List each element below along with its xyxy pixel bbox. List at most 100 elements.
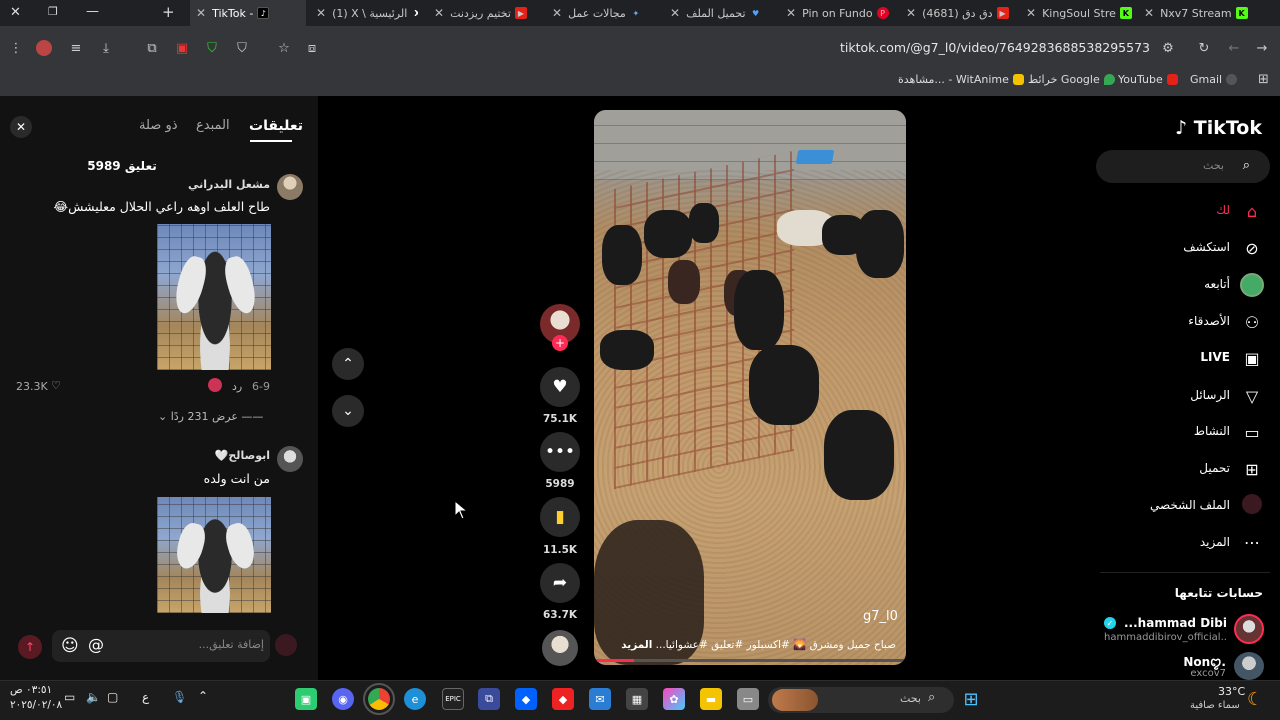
music-avatar[interactable] [542,630,578,666]
windows-start-icon[interactable]: ⊞ [960,688,982,710]
close-tab-icon[interactable]: ✕ [786,6,796,20]
shield-icon[interactable]: ⛉ [232,38,252,58]
new-tab-icon[interactable]: + [162,3,175,21]
forward-icon[interactable]: ← [1224,38,1244,58]
tab-creator[interactable]: المبدع [196,118,230,133]
following-avatar[interactable] [1240,273,1264,297]
sidebar-item-profile[interactable]: الملف الشخصي [1150,498,1230,512]
sidebar-item-live[interactable]: LIVE [1200,350,1230,364]
tab-x[interactable]: ✕ (1) X \ الرئيسية X [310,0,418,26]
follow-plus-icon[interactable]: + [552,335,568,351]
sidebar-item-following[interactable]: أتابعه [1204,277,1230,291]
close-tab-icon[interactable]: ✕ [552,6,562,20]
video-player[interactable] [594,110,906,665]
download-icon[interactable]: ⤓ [96,38,116,58]
back-icon[interactable]: → [1252,38,1272,58]
comment-button[interactable]: ••• [540,432,580,472]
friends-icon[interactable]: ⚇ [1240,310,1264,334]
close-window-icon[interactable]: ✕ [10,5,21,20]
tab-gemini[interactable]: ✕ مجالات عمل ✦ [546,0,654,26]
video-progress[interactable] [594,659,634,662]
store-icon[interactable]: ▦ [626,688,648,710]
comment-sticker-image[interactable] [157,497,271,613]
battery-icon[interactable]: ▭ [64,690,75,704]
mention-icon[interactable]: @ [88,635,104,654]
following-account-name[interactable]: ...hammad Dibirov [1124,616,1226,630]
discord-icon[interactable]: ◉ [332,688,354,710]
sidebar-item-messages[interactable]: الرسائل [1190,388,1230,402]
sidebar-item-foryou[interactable]: لك [1216,203,1230,217]
tray-chevron-icon[interactable]: ⌃ [198,689,208,703]
clock-time[interactable]: ٠٣:٥١ ص [10,684,52,696]
menu-dots-icon[interactable]: ⋮ [6,38,26,58]
extension-icon[interactable]: ▣ [172,38,192,58]
tab-kick-1[interactable]: ✕ KingSoul Stre K [1020,0,1132,26]
bookmark-youtube[interactable]: YouTube [1118,73,1178,86]
close-comments-button[interactable]: ✕ [10,116,32,138]
bookmark-gmail[interactable]: Gmail [1190,73,1238,86]
dropbox-icon[interactable]: ◆ [515,688,537,710]
language-indicator[interactable]: ع [142,690,149,704]
app-icon[interactable]: ⧉ [478,688,500,710]
network-icon[interactable]: ▢ [107,690,118,704]
avatar[interactable] [1234,652,1264,680]
avatar[interactable] [1234,614,1264,644]
tab-download[interactable]: ✕ تحميل الملف ♥ [664,0,772,26]
tab-kick-2[interactable]: ✕ Nxv7 Stream K [1138,0,1250,26]
avatar[interactable] [277,174,303,200]
tab-youtube-2[interactable]: ✕ (4681) دق دق ▶ [900,0,1012,26]
tab-pinterest[interactable]: ✕ Pin on Fundo P [780,0,892,26]
close-tab-icon[interactable]: ✕ [316,6,326,20]
close-tab-icon[interactable]: ✕ [670,6,680,20]
previous-video-button[interactable]: ⌃ [332,348,364,380]
extensions-icon[interactable]: ⧉ [142,38,162,58]
activity-icon[interactable]: ▭ [1240,420,1264,444]
bookmark-maps[interactable]: خرائط Google [1028,73,1115,86]
weather-temp[interactable]: 33°C [1218,685,1245,698]
upload-icon[interactable]: ⊞ [1240,457,1264,481]
clock-date[interactable]: ٢٠٢٥/٠٢/٠٨ [10,699,62,711]
sidebar-item-explore[interactable]: استكشف [1183,240,1230,254]
edge-icon[interactable]: e [404,688,426,710]
file-explorer-icon[interactable]: ▬ [700,688,722,710]
home-icon[interactable]: ⌂ [1240,199,1264,223]
reply-button[interactable]: رد [232,380,242,393]
shield-icon[interactable]: ⛉ [202,38,222,58]
avatar[interactable] [277,446,303,472]
tab-tiktok[interactable]: ✕ TikTok - ♪ [190,0,306,26]
more-button[interactable]: المزيد [621,639,652,651]
address-bar[interactable]: tiktok.com/@g7_l0/video/7649283688538295… [840,40,1150,55]
chrome-icon[interactable] [363,683,395,715]
view-replies-button[interactable]: ⌄ عرض 231 ردًا —— [158,410,263,423]
profile-avatar[interactable] [1242,494,1262,514]
sidebar-item-upload[interactable]: تحميل [1199,461,1230,475]
close-tab-icon[interactable]: ✕ [434,6,444,20]
reload-icon[interactable]: ↻ [1194,38,1214,58]
tab-comments[interactable]: تعليقات [249,118,303,134]
close-tab-icon[interactable]: ✕ [196,6,206,20]
site-settings-icon[interactable]: ⚙ [1158,38,1178,58]
tiktok-logo[interactable]: ♪ TikTok [1175,117,1262,139]
minimize-icon[interactable]: — [86,4,99,19]
bookmark-witanime[interactable]: مشاهدة... - WitAnime [898,73,1024,86]
comment-author[interactable]: ابوصالح🤍 [120,449,270,462]
app-icon[interactable]: ▣ [295,688,317,710]
weather-desc[interactable]: سماء صافية [1190,700,1240,711]
epic-games-icon[interactable]: EPIC [442,688,464,710]
taskbar-search[interactable]: بحث ⌕ [768,687,954,713]
search-icon[interactable]: ⌕ [1243,158,1250,173]
comment-sticker-image[interactable] [157,224,271,370]
close-tab-icon[interactable]: ✕ [1144,6,1154,20]
mail-icon[interactable]: ✉ [589,688,611,710]
volume-icon[interactable]: 🔈 [86,690,101,704]
microphone-icon[interactable]: 🎙 [172,690,187,704]
live-icon[interactable]: ▣ [1240,346,1264,370]
sidebar-item-friends[interactable]: الأصدقاء [1188,314,1230,328]
tab-related[interactable]: ذو صلة [139,118,178,133]
translate-icon[interactable]: ⧈ [302,38,322,58]
extension-icon[interactable] [36,40,52,56]
apps-grid-icon[interactable]: ⊞ [1258,72,1269,87]
heart-outline-icon[interactable]: ♡ [51,379,61,392]
star-icon[interactable]: ☆ [274,38,294,58]
sidebar-item-more[interactable]: المزيد [1200,535,1230,549]
